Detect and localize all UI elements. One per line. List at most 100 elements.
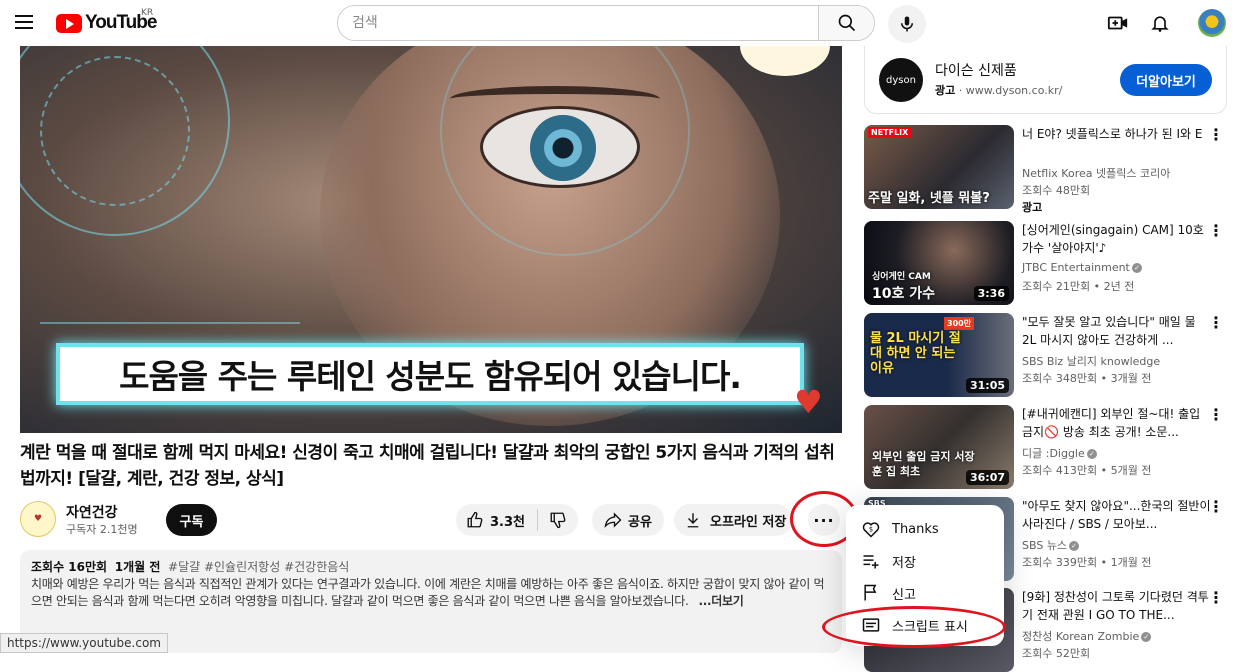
ad-label: 광고 [935, 84, 956, 97]
thumbnail-text: 10호 가수 [872, 286, 935, 302]
kebab-menu-icon[interactable]: ⋮ [1208, 499, 1224, 515]
recommendation-item[interactable]: 싱어게인 CAM 10호 가수 3:36 [싱어게인(singagain) CA… [864, 221, 1244, 305]
menu-item-label: 저장 [892, 555, 916, 571]
rec-channel-name: JTBC Entertainment [1022, 261, 1130, 274]
rec-title: [싱어게인(singagain) CAM] 10호 가수 '살아야지'♪ [1022, 223, 1204, 255]
dyson-logo: dyson [879, 58, 923, 102]
create-video-button[interactable] [1106, 11, 1130, 35]
rec-title: "모두 잘못 알고 있습니다" 매일 물 2L 마시지 않아도 건강하게 ... [1022, 315, 1196, 347]
create-video-icon [1107, 16, 1128, 30]
rec-meta: 조회수 48만회 [1022, 184, 1091, 197]
rec-meta: 조회수 52만회 [1022, 647, 1091, 660]
eye [480, 106, 640, 188]
menu-item-thanks[interactable]: $ Thanks [846, 513, 1004, 545]
like-button[interactable]: 3.3천 [456, 509, 538, 531]
video-duration: 36:07 [965, 470, 1009, 485]
hud-line [40, 322, 300, 324]
subscriber-count: 구독자 2.1천명 [66, 523, 138, 536]
thumbnail-text: 물 2L 마시기 절대 하면 안 되는 이유 [870, 331, 961, 376]
video-duration: 3:36 [973, 286, 1009, 301]
ad-card[interactable]: dyson 다이슨 신제품 광고 · www.dyson.co.kr/ 더알아보… [864, 46, 1227, 114]
search-button[interactable] [818, 6, 874, 40]
rec-title: "아무도 찾지 않아요"...한국의 절반이 사라진다 / SBS / 모아보.… [1022, 499, 1211, 531]
microphone-icon [901, 16, 913, 32]
thumbs-down-icon [550, 512, 566, 529]
dislike-button[interactable] [538, 511, 578, 529]
youtube-logo[interactable]: YouTube KR [56, 8, 157, 34]
rec-title: [#내귀에캔디] 외부인 절~대! 출입 금지🚫 방송 최초 공개! 소문... [1022, 407, 1201, 439]
rec-channel: Netflix Korea 넷플릭스 코리아 [1022, 167, 1171, 180]
thanks-icon: $ [860, 518, 882, 540]
thumbnail-badge: NETFLIX [868, 127, 912, 138]
recommendation-item[interactable]: 300만 물 2L 마시기 절대 하면 안 되는 이유 31:05 "모두 잘못… [864, 313, 1244, 397]
kebab-menu-icon[interactable]: ⋮ [1208, 127, 1224, 143]
video-duration: 31:05 [965, 378, 1009, 393]
learn-more-button[interactable]: 더알아보기 [1120, 64, 1212, 96]
kebab-menu-icon[interactable]: ⋮ [1208, 407, 1224, 423]
video-thumbnail[interactable]: 300만 물 2L 마시기 절대 하면 안 되는 이유 31:05 [864, 313, 1014, 397]
rec-channel-name: 정찬성 Korean Zombie [1022, 630, 1140, 643]
ad-tag: 광고 [1022, 201, 1043, 214]
rec-meta: 조회수 21만회 • 2년 전 [1022, 280, 1135, 293]
rec-channel-name: 디글 :Diggle [1022, 447, 1085, 460]
search-icon [838, 14, 855, 32]
verified-icon: ✓ [1141, 632, 1152, 642]
menu-item-save[interactable]: 저장 [846, 545, 1004, 577]
iris [530, 115, 596, 181]
notifications-button[interactable] [1148, 11, 1172, 35]
kebab-menu-icon[interactable]: ⋮ [1208, 590, 1224, 606]
share-button[interactable]: 공유 [592, 504, 664, 536]
menu-item-label: Thanks [892, 521, 939, 537]
recommendation-item[interactable]: 외부인 출입 금지 서장훈 집 최초 36:07 [#내귀에캔디] 외부인 절~… [864, 405, 1244, 489]
annotation-circle [822, 606, 1006, 648]
kebab-menu-icon[interactable]: ⋮ [1208, 315, 1224, 331]
verified-icon: ✓ [1131, 263, 1142, 273]
recommendation-item[interactable]: NETFLIX 주말 일화, 넷플 뭐볼? 너 E야? 넷플릭스로 하나가 된 … [864, 125, 1244, 214]
video-player[interactable]: 도움을 주는 루테인 성분도 함유되어 있습니다. ♥ [20, 46, 842, 433]
rec-channel: JTBC Entertainment ✓ [1022, 261, 1142, 274]
region-code: KR [141, 8, 154, 18]
video-thumbnail[interactable]: NETFLIX 주말 일화, 넷플 뭐볼? [864, 125, 1014, 209]
video-thumbnail[interactable]: 외부인 출입 금지 서장훈 집 최초 36:07 [864, 405, 1014, 489]
rec-channel: 디글 :Diggle ✓ [1022, 445, 1097, 461]
show-more-link[interactable]: ...더보기 [698, 594, 743, 608]
ad-title: 다이슨 신제품 [935, 63, 1017, 79]
thumbnail-badge: 300만 [944, 317, 975, 330]
like-dislike-group: 3.3천 [456, 504, 578, 536]
channel-badge [740, 46, 830, 76]
rec-title: [9화] 정찬성이 그토록 기다렸던 격투기 전재 관원 I GO TO THE… [1022, 590, 1209, 622]
rec-meta: 조회수 413만회 • 5개월 전 [1022, 464, 1152, 477]
voice-search-button[interactable] [888, 5, 926, 43]
channel-avatar[interactable]: ♥ [20, 501, 56, 537]
search-box [337, 5, 875, 41]
like-count: 3.3천 [490, 514, 525, 530]
ad-subtitle: 광고 · www.dyson.co.kr/ [935, 84, 1063, 97]
menu-item-label: 신고 [892, 587, 916, 603]
video-thumbnail[interactable]: 싱어게인 CAM 10호 가수 3:36 [864, 221, 1014, 305]
heart-play-icon: ♥ [794, 383, 823, 421]
rec-channel: SBS Biz 날리지 knowledge [1022, 355, 1161, 368]
verified-icon: ✓ [1069, 541, 1080, 551]
offline-label: 오프라인 저장 [710, 514, 787, 530]
offline-save-button[interactable]: 오프라인 저장 [674, 504, 792, 536]
rec-channel: SBS 뉴스 ✓ [1022, 537, 1080, 553]
thumbs-up-icon [467, 511, 483, 528]
channel-name[interactable]: 자연건강 [66, 502, 118, 522]
rec-title: 너 E야? 넷플릭스로 하나가 된 I와 E [1022, 127, 1203, 141]
account-avatar[interactable] [1198, 9, 1226, 37]
upload-date: 1개월 전 [114, 560, 161, 574]
flag-icon [860, 582, 882, 604]
rec-channel: 정찬성 Korean Zombie ✓ [1022, 628, 1152, 644]
hud-ring [40, 56, 190, 206]
bell-icon [1151, 16, 1169, 32]
menu-item-report[interactable]: 신고 [846, 577, 1004, 609]
status-bar-url: https://www.youtube.com [0, 633, 168, 653]
hamburger-menu-icon[interactable] [12, 11, 36, 35]
hashtags[interactable]: #달걀 #인슐린저항성 #건강한음식 [168, 560, 349, 574]
top-bar: YouTube KR [0, 0, 1246, 46]
kebab-menu-icon[interactable]: ⋮ [1208, 223, 1224, 239]
search-input[interactable] [338, 6, 818, 40]
rec-meta: 조회수 339만회 • 1개월 전 [1022, 556, 1152, 569]
subscribe-button[interactable]: 구독 [166, 504, 217, 536]
share-icon [604, 512, 622, 528]
